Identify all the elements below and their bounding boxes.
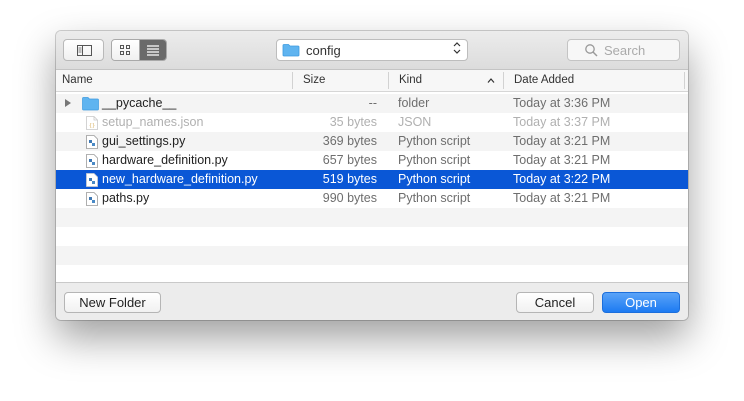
dialog-footer: New Folder Cancel Open bbox=[56, 282, 688, 320]
file-date-added: Today at 3:37 PM bbox=[513, 115, 611, 129]
open-file-dialog: config Search Name Size Kind Date Added … bbox=[56, 31, 688, 320]
file-size: 35 bytes bbox=[329, 115, 377, 129]
file-name: paths.py bbox=[102, 191, 150, 205]
file-row[interactable]: __pycache__ -- folder Today at 3:36 PM bbox=[56, 94, 688, 113]
cancel-button[interactable]: Cancel bbox=[516, 292, 594, 313]
file-row[interactable]: paths.py 990 bytes Python script Today a… bbox=[56, 189, 688, 208]
svg-text:{}: {} bbox=[89, 123, 95, 129]
file-row[interactable]: hardware_definition.py 657 bytes Python … bbox=[56, 151, 688, 170]
search-placeholder: Search bbox=[604, 42, 646, 58]
file-kind: Python script bbox=[398, 134, 471, 148]
sidebar-icon bbox=[77, 45, 92, 56]
empty-row bbox=[56, 208, 688, 227]
file-kind: JSON bbox=[398, 115, 432, 129]
json-file-icon: {} bbox=[86, 116, 98, 130]
search-icon bbox=[585, 44, 598, 57]
list-icon bbox=[146, 45, 159, 56]
column-divider[interactable] bbox=[503, 72, 504, 89]
up-down-chevron-icon bbox=[453, 41, 461, 56]
file-name: setup_names.json bbox=[102, 115, 204, 129]
column-header: Name Size Kind Date Added bbox=[56, 70, 688, 92]
file-row[interactable]: gui_settings.py 369 bytes Python script … bbox=[56, 132, 688, 151]
file-date-added: Today at 3:21 PM bbox=[513, 153, 611, 167]
folder-icon bbox=[82, 97, 99, 111]
file-name: gui_settings.py bbox=[102, 134, 186, 148]
location-label: config bbox=[306, 42, 341, 58]
file-size: 657 bytes bbox=[322, 153, 377, 167]
file-date-added: Today at 3:21 PM bbox=[513, 191, 611, 205]
column-name[interactable]: Name bbox=[62, 70, 93, 91]
empty-row bbox=[56, 265, 688, 282]
file-date-added: Today at 3:21 PM bbox=[513, 134, 611, 148]
file-kind: Python script bbox=[398, 191, 471, 205]
sidebar-toggle-button[interactable] bbox=[63, 39, 104, 61]
file-date-added: Today at 3:22 PM bbox=[513, 172, 611, 186]
folder-icon bbox=[282, 44, 300, 57]
column-divider[interactable] bbox=[292, 72, 293, 89]
view-mode-control bbox=[111, 39, 167, 61]
python-file-icon bbox=[86, 135, 98, 149]
icon-view-button[interactable] bbox=[112, 40, 140, 60]
python-file-icon bbox=[86, 173, 98, 187]
file-date-added: Today at 3:36 PM bbox=[513, 96, 611, 110]
sort-ascending-icon bbox=[487, 70, 495, 91]
empty-row bbox=[56, 246, 688, 265]
file-row: {} setup_names.json 35 bytes JSON Today … bbox=[56, 113, 688, 132]
file-row-selected[interactable]: new_hardware_definition.py 519 bytes Pyt… bbox=[56, 170, 688, 189]
disclosure-triangle-icon[interactable] bbox=[64, 98, 72, 108]
empty-row bbox=[56, 227, 688, 246]
column-size[interactable]: Size bbox=[303, 70, 325, 91]
column-divider[interactable] bbox=[684, 72, 685, 89]
file-list[interactable]: Name Size Kind Date Added __pycache__ --… bbox=[56, 70, 688, 282]
file-name: __pycache__ bbox=[102, 96, 177, 110]
file-kind: Python script bbox=[398, 172, 471, 186]
toolbar: config Search bbox=[56, 31, 688, 70]
column-divider[interactable] bbox=[388, 72, 389, 89]
open-button[interactable]: Open bbox=[602, 292, 680, 313]
new-folder-button[interactable]: New Folder bbox=[64, 292, 161, 313]
file-name: hardware_definition.py bbox=[102, 153, 228, 167]
file-size: -- bbox=[368, 96, 377, 110]
column-date-added[interactable]: Date Added bbox=[514, 70, 574, 91]
grid-icon bbox=[120, 45, 131, 55]
file-size: 519 bytes bbox=[322, 172, 377, 186]
column-kind[interactable]: Kind bbox=[399, 70, 422, 91]
location-popup[interactable]: config bbox=[276, 39, 468, 61]
list-view-button[interactable] bbox=[139, 40, 166, 60]
file-size: 369 bytes bbox=[322, 134, 377, 148]
file-name: new_hardware_definition.py bbox=[102, 172, 258, 186]
file-size: 990 bytes bbox=[322, 191, 377, 205]
file-kind: Python script bbox=[398, 153, 471, 167]
python-file-icon bbox=[86, 154, 98, 168]
python-file-icon bbox=[86, 192, 98, 206]
file-kind: folder bbox=[398, 96, 430, 110]
search-field[interactable]: Search bbox=[567, 39, 680, 61]
